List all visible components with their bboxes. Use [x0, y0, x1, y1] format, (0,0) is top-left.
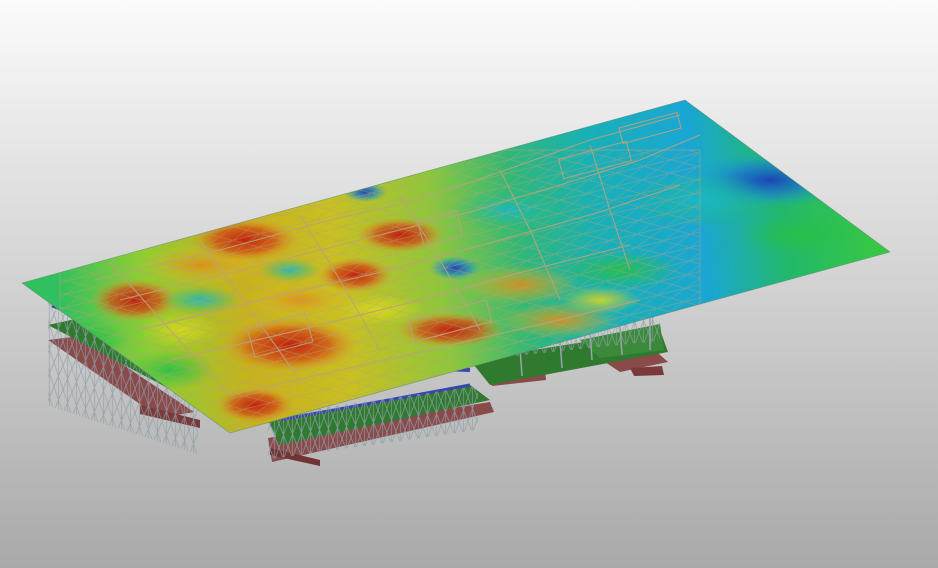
3d-viewport[interactable]	[0, 0, 938, 568]
model-scene	[0, 0, 938, 568]
